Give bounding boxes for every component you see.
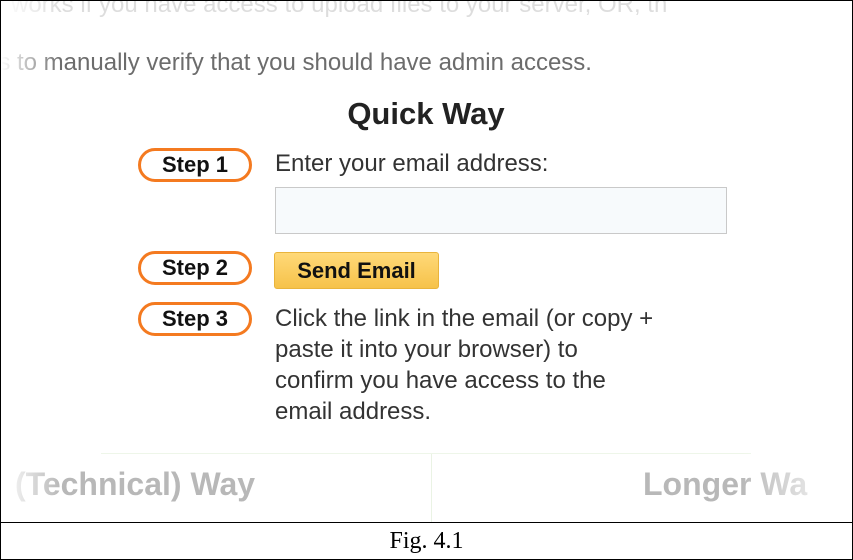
figure-caption: Fig. 4.1 — [389, 528, 464, 554]
longer-way-heading: Longer Wa — [643, 466, 808, 502]
screenshot-area: works if you have access to upload files… — [1, 1, 851, 522]
right-fade-overlay — [741, 1, 851, 522]
step-2-badge: Step 2 — [138, 251, 252, 285]
step-3-line-3: confirm you have access to the — [275, 367, 606, 394]
step-3-line-2: paste it into your browser) to — [275, 336, 578, 363]
technical-way-heading: (Technical) Way — [15, 466, 256, 502]
step-3-line-4: email address. — [275, 398, 432, 425]
section-divider — [101, 453, 751, 454]
column-divider — [431, 454, 432, 522]
step-1-text: Enter your email address: — [275, 150, 549, 177]
step-1-badge: Step 1 — [138, 148, 252, 182]
intro-line: is to manually verify that you should ha… — [1, 49, 592, 76]
step-3-line-1: Click the link in the email (or copy + — [275, 305, 654, 332]
section-title: Quick Way — [347, 96, 505, 131]
faded-intro-line: works if you have access to upload files… — [11, 1, 668, 18]
left-fade-overlay — [1, 1, 61, 522]
step-3-badge: Step 3 — [138, 302, 252, 336]
send-email-button[interactable]: Send Email — [274, 252, 439, 289]
step-3-text: Click the link in the email (or copy + p… — [275, 303, 653, 427]
email-input[interactable] — [275, 187, 727, 234]
